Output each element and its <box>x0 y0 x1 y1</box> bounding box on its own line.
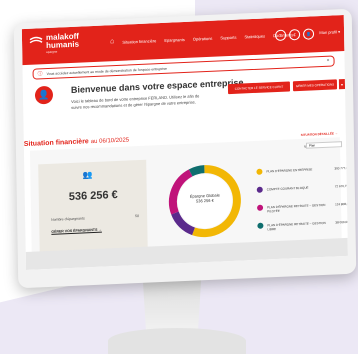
summary-card: 👥 536 256 € Nombre d'épargnants 50 GÉRER… <box>38 159 148 261</box>
manage-employees-link[interactable]: GÉRER VOS ÉPARGNANTS → <box>51 228 102 234</box>
user-icon[interactable]: 👤 <box>302 28 315 40</box>
logo-mark-icon <box>29 36 43 44</box>
situation-details-link[interactable]: SITUATION DÉTAILLÉE → <box>301 131 338 137</box>
nav-item-supports[interactable]: Supports <box>220 34 236 40</box>
info-icon: ⓘ <box>37 71 43 78</box>
legend-value: 124 808,61 € <box>335 201 348 207</box>
legend-dot <box>257 222 264 229</box>
employees-label: Nombre d'épargnants <box>51 216 85 222</box>
monitor-base <box>108 328 246 354</box>
situation-title-text: Situation financière <box>23 138 89 149</box>
chart-legend: PLAN D'ÉPARGNE ENTREPRISE 300 777,28 € COM… <box>256 165 348 241</box>
nav-item-statistiques[interactable]: Statistiques <box>244 33 265 39</box>
help-icon[interactable]: ? <box>274 29 287 42</box>
legend-value: 300 777,28 € <box>334 165 348 171</box>
user-avatar-icon: 👤 <box>34 85 54 105</box>
contact-service-button[interactable]: CONTACTER LE SERVICE CLIENT <box>227 81 291 95</box>
manage-operations-button[interactable]: GÉRER MES OPÉRATIONS <box>292 79 338 92</box>
legend-dot <box>256 168 263 175</box>
situation-date: au 06/10/2025 <box>90 137 130 146</box>
currency-icon[interactable]: € <box>288 28 301 41</box>
nav-item-epargnants[interactable]: Epargnants <box>164 36 185 42</box>
brand-logo[interactable]: malakoff humanis epargne <box>29 32 102 55</box>
legend-name: PLAN D'ÉPARGNE RETRAITE – GESTION PILOTÉ… <box>267 202 326 214</box>
total-amount: 536 256 € <box>68 188 118 204</box>
legend-dot <box>256 186 263 193</box>
legend-name: COMPTE COURANT BLOQUÉ <box>266 185 309 192</box>
legend-dot <box>257 204 264 211</box>
legend-name: PLAN D'ÉPARGNE RETRAITE – GESTION LIBRE <box>267 220 326 232</box>
legend-value: 38 000,00 € <box>335 219 348 225</box>
more-options-button[interactable]: ▾ <box>338 79 346 90</box>
people-icon: 👥 <box>82 170 93 180</box>
screen: malakoff humanis epargne ⌂ Situation fin… <box>21 15 348 270</box>
employees-count: 50 <box>135 214 140 219</box>
header-icons: ? € 👤 <box>274 28 315 42</box>
donut-slice-3 <box>188 165 205 177</box>
profile-menu[interactable]: Mon profil ▾ <box>319 29 340 35</box>
legend-value: 72 670,75 € <box>334 183 348 189</box>
close-icon[interactable]: × <box>327 58 330 64</box>
legend-name: PLAN D'ÉPARGNE ENTREPRISE <box>266 167 313 174</box>
nav-item-situation[interactable]: Situation financière <box>122 38 156 44</box>
demo-banner-text: Vous accédez actuellement au mode de dém… <box>46 66 167 76</box>
monitor: malakoff humanis epargne ⌂ Situation fin… <box>13 8 357 289</box>
welcome-title: Bienvenue dans votre espace entreprise <box>70 77 244 95</box>
main-nav: ⌂ Situation financière Epargnants Opérat… <box>110 31 293 45</box>
home-icon[interactable]: ⌂ <box>110 38 114 45</box>
welcome-description: Voici le tableau de bord de votre entrep… <box>71 93 200 110</box>
nav-item-operations[interactable]: Opérations <box>193 35 213 41</box>
